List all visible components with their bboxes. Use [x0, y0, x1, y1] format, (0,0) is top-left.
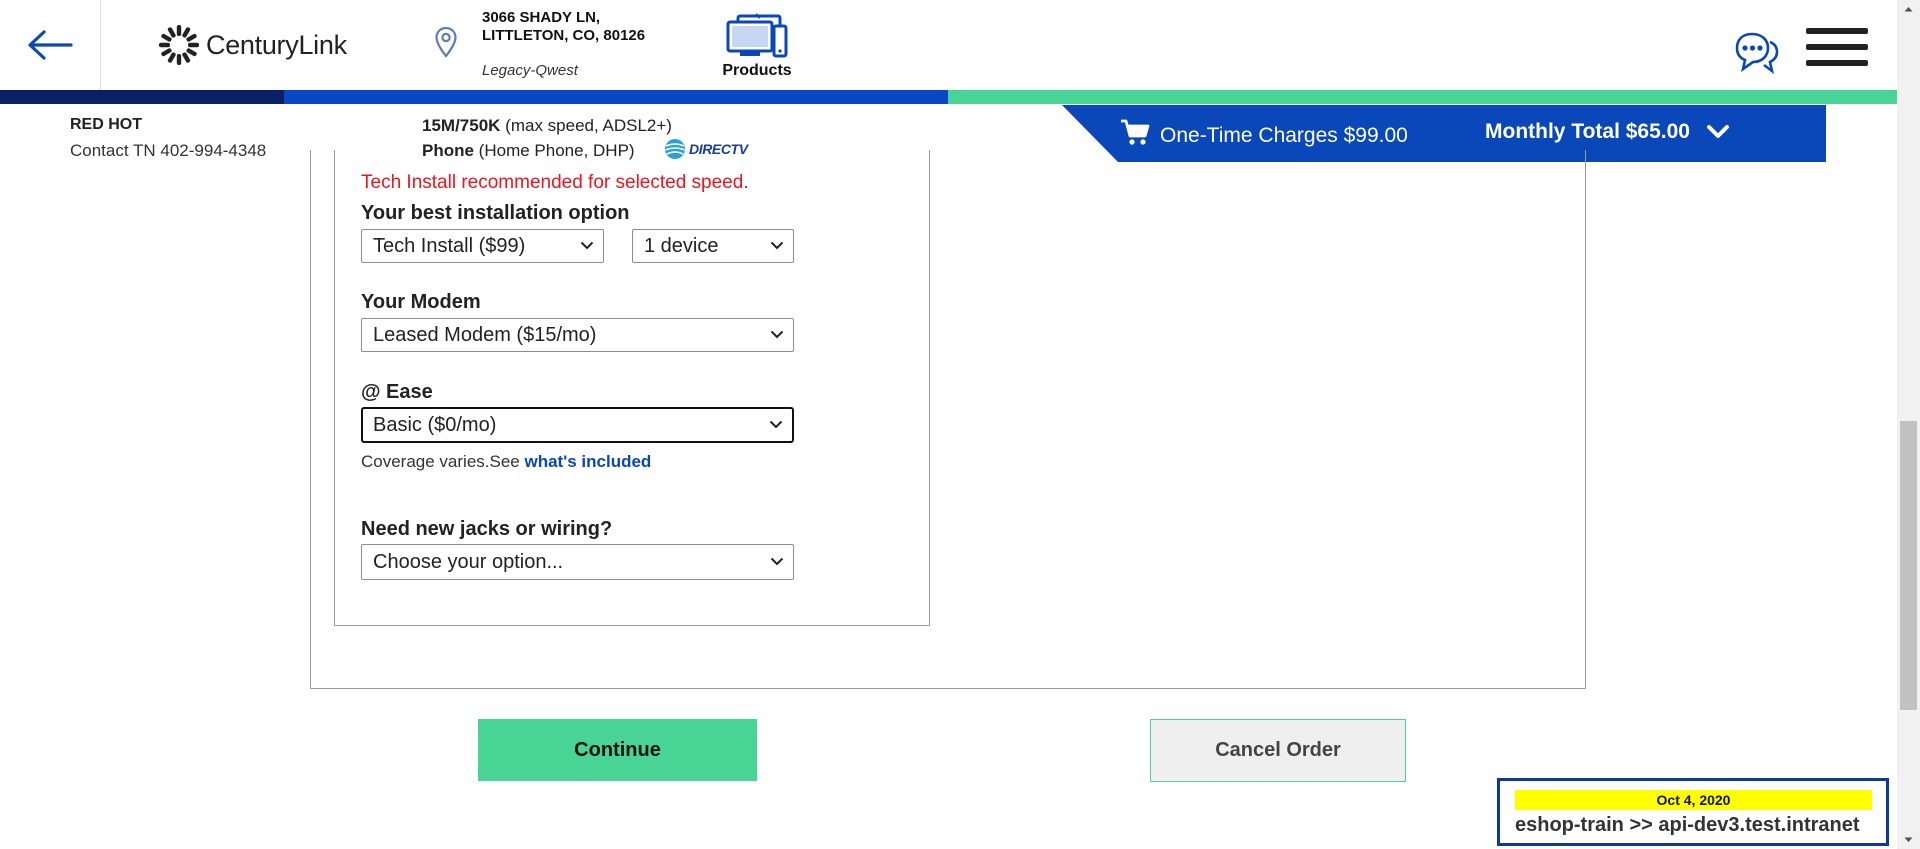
whats-included-link[interactable]: what's included — [524, 452, 651, 471]
environment-date: Oct 4, 2020 — [1515, 790, 1872, 810]
chevron-down-icon — [770, 241, 784, 250]
modem-value: Leased Modem ($15/mo) — [373, 323, 597, 346]
ease-label: @ Ease — [361, 381, 433, 403]
jacks-wiring-label: Need new jacks or wiring? — [361, 518, 613, 540]
continue-button[interactable]: Continue — [478, 719, 757, 781]
back-arrow-icon — [28, 30, 73, 60]
install-option-value: Tech Install ($99) — [373, 234, 526, 257]
chevron-down-icon — [1707, 125, 1729, 138]
ease-plan-select[interactable]: Basic ($0/mo) — [361, 407, 794, 443]
install-warning: Tech Install recommended for selected sp… — [361, 172, 749, 193]
install-option-select[interactable]: Tech Install ($99) — [361, 229, 604, 263]
products-button[interactable]: Products — [717, 12, 797, 80]
monthly-total-toggle[interactable]: Monthly Total $65.00 — [1485, 120, 1730, 144]
chat-bubbles-icon[interactable] — [1734, 28, 1780, 76]
device-count-value: 1 device — [644, 234, 719, 257]
progress-done-segment — [0, 90, 284, 104]
progress-current-segment — [284, 90, 948, 104]
speed-summary: 15M/750K (max speed, ADSL2+) — [422, 116, 672, 136]
brand-name: CenturyLink — [206, 29, 347, 60]
install-option-label: Your best installation option — [361, 202, 630, 224]
address-line-1: 3066 SHADY LN, — [482, 9, 601, 26]
speed-value: 15M/750K — [422, 116, 501, 135]
scrollbar-thumb[interactable] — [1900, 421, 1917, 710]
top-header: CenturyLink 3066 SHADY LN, LITTLETON, CO… — [0, 0, 1897, 90]
location-pin-icon — [435, 26, 457, 58]
jacks-wiring-select[interactable]: Choose your option... — [361, 544, 794, 580]
environment-endpoint: eshop-train >> api-dev3.test.intranet — [1515, 814, 1860, 836]
contact-tn: Contact TN 402-994-4348 — [70, 141, 267, 160]
service-address: 3066 SHADY LN, LITTLETON, CO, 80126 — [482, 9, 645, 45]
jacks-wiring-value: Choose your option... — [373, 550, 564, 573]
hamburger-menu-icon[interactable] — [1806, 28, 1868, 76]
products-label: Products — [722, 62, 792, 79]
scroll-up-arrow-icon[interactable] — [1897, 0, 1920, 18]
back-button[interactable] — [0, 0, 101, 90]
chevron-down-icon — [769, 420, 783, 429]
modem-label: Your Modem — [361, 291, 481, 313]
cancel-order-button[interactable]: Cancel Order — [1150, 719, 1406, 782]
environment-badge: Oct 4, 2020 eshop-train >> api-dev3.test… — [1497, 778, 1889, 846]
ease-plan-value: Basic ($0/mo) — [373, 413, 497, 436]
order-progress-bar — [0, 90, 1897, 104]
brand-logo[interactable]: CenturyLink — [158, 24, 347, 66]
coverage-text: Coverage varies.See — [361, 452, 525, 471]
chevron-down-icon — [580, 241, 594, 250]
chevron-down-icon — [770, 330, 784, 339]
coverage-note: Coverage varies.See what's included — [361, 452, 651, 472]
products-devices-icon — [726, 13, 788, 58]
scroll-down-arrow-icon[interactable] — [1897, 831, 1920, 849]
address-line-2: LITTLETON, CO, 80126 — [482, 27, 646, 44]
chevron-down-icon — [770, 557, 784, 566]
customer-label: RED HOT — [70, 116, 142, 133]
shopping-cart-icon — [1121, 119, 1150, 145]
one-time-charges: One-Time Charges $99.00 — [1160, 124, 1408, 147]
modem-select[interactable]: Leased Modem ($15/mo) — [361, 318, 794, 352]
address-region: Legacy-Qwest — [482, 62, 578, 79]
monthly-total: Monthly Total $65.00 — [1485, 120, 1690, 143]
vertical-scrollbar[interactable] — [1897, 0, 1920, 849]
centurylink-logo-icon — [159, 25, 199, 65]
speed-detail: (max speed, ADSL2+) — [500, 116, 672, 135]
progress-remaining-segment — [948, 90, 1897, 104]
device-count-select[interactable]: 1 device — [632, 229, 794, 263]
